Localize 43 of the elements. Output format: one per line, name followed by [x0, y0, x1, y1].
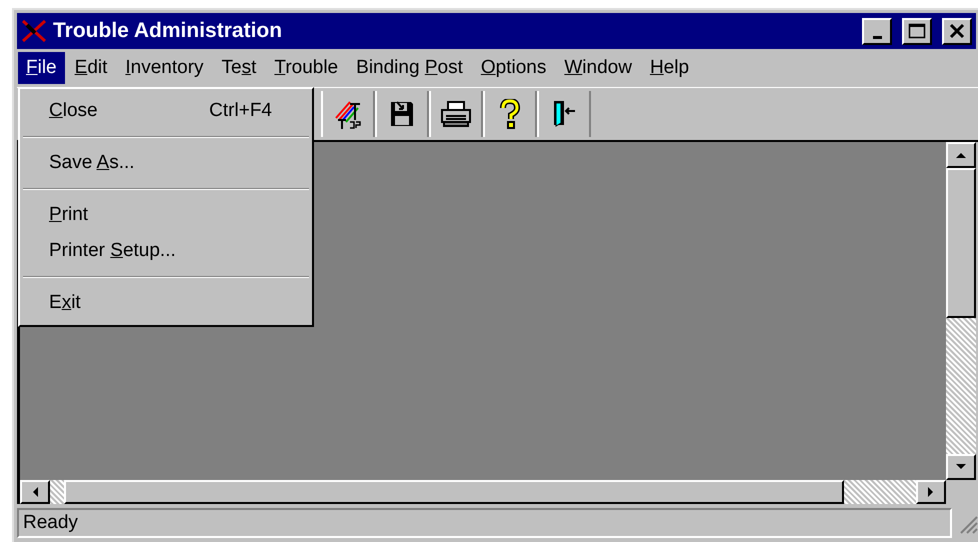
minimize-button[interactable] [862, 18, 892, 44]
status-text: Ready [17, 508, 952, 538]
vertical-scrollbar[interactable] [946, 142, 976, 480]
menu-option[interactable]: Exit [20, 285, 312, 321]
close-button[interactable] [942, 18, 972, 44]
toolbar-button[interactable] [375, 91, 429, 137]
crossed-tools-icon [21, 19, 47, 43]
menu-item[interactable]: Edit [66, 52, 116, 84]
scrollbar-thumb[interactable] [64, 480, 844, 504]
scrollbar-thumb[interactable] [946, 168, 976, 318]
maximize-button[interactable] [902, 18, 932, 44]
menu-item[interactable]: Inventory [117, 52, 212, 84]
menu-option[interactable]: Print [20, 197, 312, 233]
toolbar-button[interactable] [321, 91, 375, 137]
menu-item[interactable]: Trouble [266, 52, 346, 84]
question-mark-icon [499, 99, 521, 129]
minimize-icon [872, 36, 882, 38]
horizontal-scrollbar[interactable] [20, 480, 946, 504]
close-icon [949, 23, 965, 39]
toolbar-button[interactable] [429, 91, 483, 137]
menu-option[interactable]: Close Ctrl+F4 [20, 93, 312, 129]
menu-item[interactable]: Options [472, 52, 554, 84]
scroll-left-button[interactable] [20, 480, 50, 504]
right-arrow-icon [927, 486, 935, 498]
menu-item[interactable]: Binding Post [348, 52, 471, 84]
menu-item[interactable]: Window [556, 52, 640, 84]
printer-icon [440, 100, 472, 128]
menu-item[interactable]: File [18, 52, 65, 84]
scroll-right-button[interactable] [916, 480, 946, 504]
maximize-icon [908, 23, 926, 39]
menu-option[interactable]: Save As... [20, 145, 312, 181]
window-title: Trouble Administration [53, 19, 284, 43]
scroll-down-button[interactable] [946, 454, 976, 480]
up-arrow-icon [955, 151, 967, 159]
down-arrow-icon [955, 463, 967, 471]
menu-option[interactable]: Printer Setup... [20, 233, 312, 269]
scroll-up-button[interactable] [946, 142, 976, 168]
toolbar-button[interactable] [483, 91, 537, 137]
door-exit-icon [551, 99, 577, 129]
left-arrow-icon [31, 486, 39, 498]
menu-item[interactable]: Help [642, 52, 698, 84]
menu-item[interactable]: Test [214, 52, 264, 84]
toolbar-button[interactable] [537, 91, 591, 137]
